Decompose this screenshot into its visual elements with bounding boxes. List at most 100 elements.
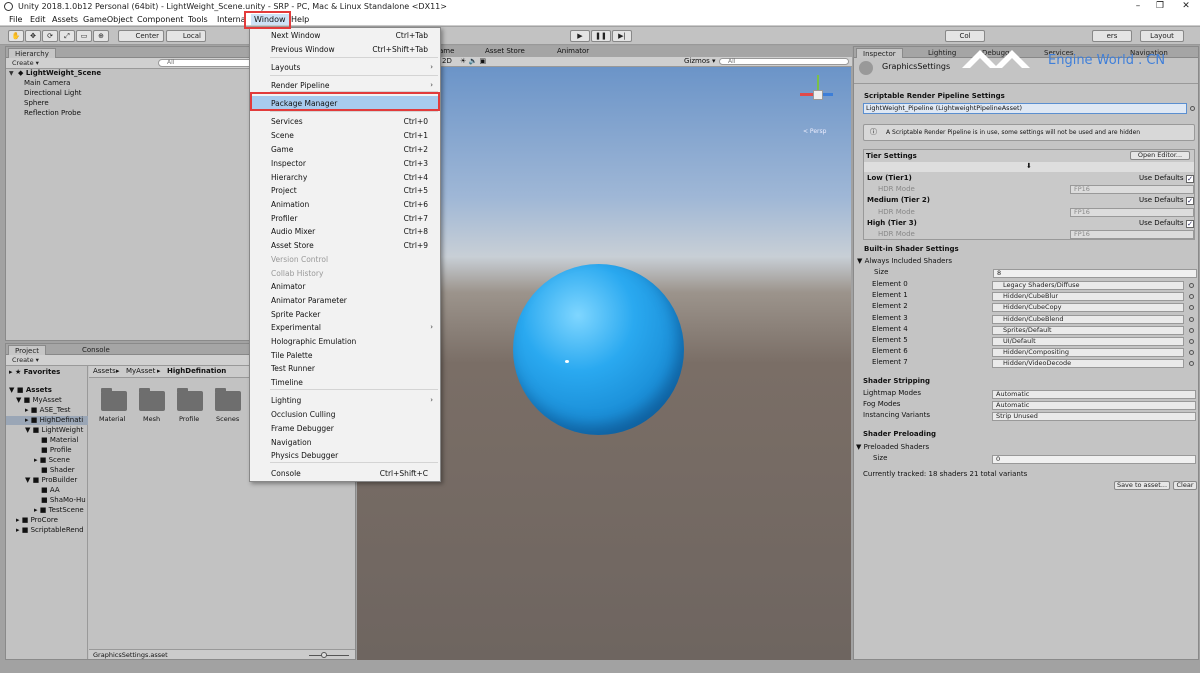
scene-expand-icon[interactable]: ▼: [9, 70, 14, 77]
menu-item-animator[interactable]: Animator: [271, 282, 305, 291]
tier3-use-defaults-checkbox[interactable]: ✓: [1186, 220, 1194, 228]
breadcrumb-assets[interactable]: Assets: [93, 367, 116, 376]
object-picker-icon[interactable]: [1189, 316, 1194, 322]
step-button[interactable]: ▶|: [612, 30, 632, 42]
hierarchy-item-main-camera[interactable]: Main Camera: [24, 79, 70, 88]
hand-tool-icon[interactable]: ✋: [8, 30, 24, 42]
hierarchy-item-directional-light[interactable]: Directional Light: [24, 89, 82, 98]
tree-lightweight[interactable]: ▼ ■ LightWeight: [25, 426, 83, 435]
folder-profile-icon[interactable]: [177, 388, 203, 411]
element-2-shader-field[interactable]: Hidden/CubeCopy: [992, 303, 1184, 313]
tree-shamo[interactable]: ■ ShaMo-Hu: [41, 496, 86, 505]
folder-mesh-icon[interactable]: [139, 388, 165, 411]
tree-shader[interactable]: ■ Shader: [41, 466, 75, 475]
menu-file[interactable]: File: [9, 15, 22, 24]
gizmo-y-axis[interactable]: [817, 75, 819, 90]
maximize-button[interactable]: ❐: [1150, 1, 1170, 11]
object-picker-icon[interactable]: [1189, 339, 1194, 344]
tree-aa[interactable]: ■ AA: [41, 486, 60, 495]
menu-component[interactable]: Component: [137, 15, 183, 24]
breadcrumb-highdefination[interactable]: HighDefination: [167, 367, 226, 376]
menu-item-physics-debugger[interactable]: Physics Debugger: [271, 451, 338, 460]
tree-material[interactable]: ■ Material: [41, 436, 78, 445]
close-button[interactable]: ✕: [1176, 1, 1196, 11]
menu-gameobject[interactable]: GameObject: [83, 15, 133, 24]
tree-profile[interactable]: ■ Profile: [41, 446, 72, 455]
play-button[interactable]: ▶: [570, 30, 590, 42]
tier2-use-defaults-checkbox[interactable]: ✓: [1186, 197, 1194, 205]
menu-assets[interactable]: Assets: [52, 15, 78, 24]
zoom-slider[interactable]: [309, 655, 349, 656]
menu-item-render-pipeline[interactable]: Render Pipeline: [271, 81, 329, 90]
open-editor-button[interactable]: Open Editor...: [1130, 151, 1190, 160]
tier1-hdr-dropdown[interactable]: FP16: [1070, 185, 1194, 194]
tab-lighting[interactable]: Lighting: [922, 48, 962, 58]
menu-help[interactable]: Help: [291, 15, 309, 24]
menu-item-audio-mixer[interactable]: Audio Mixer: [271, 227, 315, 236]
tree-scriptable[interactable]: ▸ ■ ScriptableRend: [16, 526, 84, 535]
persp-label[interactable]: < Persp: [803, 127, 826, 136]
element-0-shader-field[interactable]: Legacy Shaders/Diffuse: [992, 281, 1184, 290]
gizmo-cube[interactable]: [813, 90, 823, 100]
menu-internal[interactable]: Interna: [217, 15, 246, 24]
tree-testscene[interactable]: ▸ ■ TestScene: [34, 506, 84, 515]
transform-tool-icon[interactable]: ⊕: [93, 30, 109, 42]
minimize-button[interactable]: –: [1128, 1, 1148, 11]
menu-item-scene[interactable]: Scene: [271, 131, 294, 140]
menu-item-hierarchy[interactable]: Hierarchy: [271, 173, 307, 182]
srp-asset-field[interactable]: LightWeight_Pipeline (LightweightPipelin…: [863, 103, 1187, 114]
fog-modes-dropdown[interactable]: Automatic: [992, 401, 1196, 410]
tab-inspector[interactable]: Inspector: [856, 48, 903, 58]
folder-scenes-icon[interactable]: [215, 388, 241, 411]
zoom-slider-thumb[interactable]: [321, 652, 327, 658]
tree-procore[interactable]: ▸ ■ ProCore: [16, 516, 58, 525]
menu-item-timeline[interactable]: Timeline: [271, 378, 303, 387]
hierarchy-item-sphere[interactable]: Sphere: [24, 99, 49, 108]
tab-asset-store[interactable]: Asset Store: [485, 47, 525, 56]
gizmos-dropdown[interactable]: Gizmos ▾: [684, 57, 716, 66]
menu-item-version-control[interactable]: Version Control: [271, 255, 328, 264]
tier3-hdr-dropdown[interactable]: FP16: [1070, 230, 1194, 239]
sphere-object[interactable]: [513, 264, 684, 435]
breadcrumb-myasset[interactable]: MyAsset: [126, 367, 155, 376]
preloaded-size-input[interactable]: 0: [992, 455, 1196, 464]
scene-gizmo[interactable]: [798, 75, 838, 115]
menu-item-holographic-emulation[interactable]: Holographic Emulation: [271, 337, 356, 346]
shader-size-input[interactable]: 8: [993, 269, 1197, 278]
project-create-button[interactable]: Create ▾: [12, 356, 39, 364]
object-picker-icon[interactable]: [1189, 283, 1194, 288]
hierarchy-item-reflection-probe[interactable]: Reflection Probe: [24, 109, 81, 118]
clear-button[interactable]: Clear: [1173, 481, 1197, 490]
menu-item-animation[interactable]: Animation: [271, 200, 309, 209]
move-tool-icon[interactable]: ✥: [25, 30, 41, 42]
scale-tool-icon[interactable]: ⤢: [59, 30, 75, 42]
menu-item-previous-window[interactable]: Previous Window: [271, 45, 335, 54]
tab-hierarchy[interactable]: Hierarchy: [8, 48, 56, 58]
always-included-foldout[interactable]: ▼ Always Included Shaders: [857, 257, 952, 266]
menu-item-animator-parameter[interactable]: Animator Parameter: [271, 296, 347, 305]
rect-tool-icon[interactable]: ▭: [76, 30, 92, 42]
menu-item-frame-debugger[interactable]: Frame Debugger: [271, 424, 334, 433]
tier1-use-defaults-checkbox[interactable]: ✓: [1186, 175, 1194, 183]
menu-tools[interactable]: Tools: [188, 15, 208, 24]
element-5-shader-field[interactable]: UI/Default: [992, 337, 1184, 346]
tree-assets[interactable]: ▼ ■ Assets: [9, 386, 52, 395]
tab-console[interactable]: Console: [76, 345, 116, 355]
local-toggle[interactable]: Local: [166, 30, 206, 42]
menu-item-game[interactable]: Game: [271, 145, 293, 154]
menu-item-layouts[interactable]: Layouts: [271, 63, 300, 72]
element-1-shader-field[interactable]: Hidden/CubeBlur: [992, 292, 1184, 302]
menu-item-profiler[interactable]: Profiler: [271, 214, 297, 223]
gizmo-x-axis[interactable]: [800, 93, 813, 96]
tier-tabs[interactable]: ⬇: [864, 162, 1194, 172]
menu-item-navigation[interactable]: Navigation: [271, 438, 311, 447]
rotate-tool-icon[interactable]: ⟳: [42, 30, 58, 42]
element-4-shader-field[interactable]: Sprites/Default: [992, 325, 1184, 335]
tree-highdefination[interactable]: ▸ ■ HighDefinati: [6, 416, 88, 425]
menu-item-console[interactable]: Console: [271, 469, 301, 478]
folder-material-icon[interactable]: [101, 388, 127, 411]
tree-myasset[interactable]: ▼ ■ MyAsset: [16, 396, 62, 405]
object-picker-icon[interactable]: [1190, 106, 1195, 111]
2d-toggle[interactable]: 2D: [442, 57, 452, 66]
object-picker-icon[interactable]: [1189, 327, 1194, 333]
